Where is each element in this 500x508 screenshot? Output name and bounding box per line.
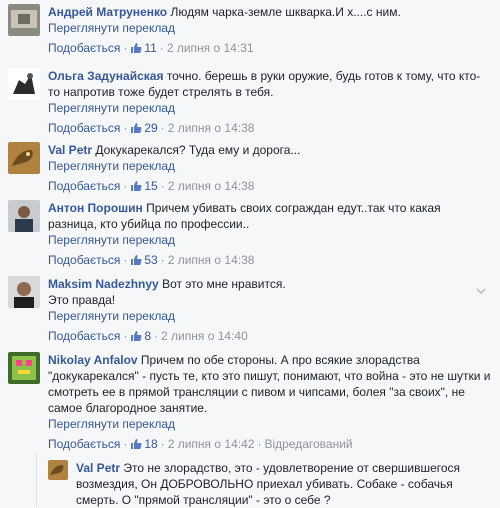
thumbs-up-icon (130, 254, 142, 266)
separator-dot: · (123, 253, 128, 267)
comment-time[interactable]: 2 липня о 14:40 (161, 329, 248, 343)
comment-body: Андрей Матруненко Людям чарка-земле шква… (48, 4, 492, 56)
comment-meta: Подобається · 29 · 2 липня о 14:38 (48, 120, 492, 136)
like-button[interactable]: Подобається (48, 179, 120, 193)
see-translation-link[interactable]: Переглянути переклад (48, 416, 492, 432)
like-count-value: 18 (144, 437, 158, 451)
comment-meta: Подобається · 15 · 2 липня о 14:38 (48, 178, 492, 194)
comment-body: Антон Порошин Причем убивать своих согра… (48, 200, 492, 268)
chevron-down-icon[interactable] (476, 286, 486, 296)
like-count-value: 11 (144, 41, 157, 55)
avatar[interactable] (48, 460, 68, 480)
like-button[interactable]: Подобається (48, 437, 120, 451)
avatar[interactable] (8, 4, 40, 36)
comment-text: Людям чарка-земле шкварка.И х....с ним. (170, 5, 401, 19)
comment-author[interactable]: Андрей Матруненко (48, 5, 167, 19)
avatar[interactable] (8, 200, 40, 232)
comment-time[interactable]: 2 липня о 14:38 (168, 121, 255, 135)
see-translation-link[interactable]: Переглянути переклад (48, 232, 492, 248)
like-count-value: 29 (144, 121, 158, 135)
comment-time[interactable]: 2 липня о 14:38 (168, 179, 255, 193)
avatar[interactable] (8, 142, 40, 174)
separator-dot: · (160, 437, 165, 451)
like-count[interactable]: 29 (130, 121, 158, 135)
separator-dot: · (160, 121, 165, 135)
see-translation-link[interactable]: Переглянути переклад (48, 100, 492, 116)
separator-dot: · (123, 437, 128, 451)
comment-author[interactable]: Val Petr (76, 461, 120, 475)
reply-thread-line (36, 452, 37, 506)
thumbs-up-icon (130, 122, 142, 134)
like-count[interactable]: 53 (130, 253, 158, 267)
comment-text-line-2: Это правда! (48, 293, 116, 307)
separator-dot: · (160, 253, 165, 267)
separator-dot: · (154, 329, 159, 343)
comment-author[interactable]: Maksim Nadezhnyy (48, 277, 159, 291)
comment-time[interactable]: 2 липня о 14:42 (168, 437, 255, 451)
separator-dot: · (123, 121, 128, 135)
separator-dot: · (123, 179, 128, 193)
comment-time[interactable]: 2 липня о 14:31 (167, 41, 254, 55)
separator-dot: · (123, 329, 128, 343)
avatar[interactable] (8, 68, 40, 100)
comment-author[interactable]: Val Petr (48, 143, 92, 157)
separator-dot: · (159, 41, 164, 55)
comment-meta: Подобається · 11 · 2 липня о 14:31 (48, 40, 492, 56)
see-translation-link[interactable]: Переглянути переклад (48, 20, 492, 36)
thumbs-up-icon (130, 330, 142, 342)
thumbs-up-icon (130, 180, 142, 192)
like-button[interactable]: Подобається (48, 329, 120, 343)
comment-text: Это не злорадство, это - удовлетворение … (76, 461, 461, 507)
like-button[interactable]: Подобається (48, 41, 120, 55)
separator-dot: · (160, 179, 165, 193)
see-translation-link[interactable]: Переглянути переклад (48, 308, 492, 324)
like-count[interactable]: 8 (130, 329, 151, 343)
edited-label[interactable]: Відредагований (264, 437, 352, 451)
like-count-value: 53 (144, 253, 158, 267)
avatar[interactable] (8, 276, 40, 308)
comment-author[interactable]: Ольга Задунайская (48, 69, 163, 83)
comment-meta: Подобається · 53 · 2 липня о 14:38 (48, 252, 492, 268)
comment-meta: Подобається · 8 · 2 липня о 14:40 (48, 328, 492, 344)
like-button[interactable]: Подобається (48, 253, 120, 267)
comment-meta: Подобається · 18 · 2 липня о 14:42 · Відредаго… (48, 436, 492, 452)
thumbs-up-icon (130, 42, 142, 54)
comment-text: Докукарекался? Туда ему и дорога... (95, 143, 301, 157)
comment-body: Val Petr Докукарекался? Туда ему и дорог… (48, 142, 492, 194)
comment-author[interactable]: Nikolay Anfalov (48, 353, 138, 367)
separator-dot: · (257, 437, 262, 451)
comment-body: Val Petr Это не злорадство, это - удовле… (76, 460, 492, 508)
comment-body: Ольга Задунайская точно. берешь в руки о… (48, 68, 492, 136)
see-translation-link[interactable]: Переглянути переклад (48, 158, 492, 174)
like-count[interactable]: 15 (130, 179, 158, 193)
comment-time[interactable]: 2 липня о 14:38 (168, 253, 255, 267)
thumbs-up-icon (130, 438, 142, 450)
comment-text: Вот это мне нравится. (162, 277, 286, 291)
like-count-value: 15 (144, 179, 158, 193)
like-button[interactable]: Подобається (48, 121, 120, 135)
avatar[interactable] (8, 352, 40, 384)
comment-author[interactable]: Антон Порошин (48, 201, 143, 215)
like-count[interactable]: 11 (130, 41, 157, 55)
comment-body: Maksim Nadezhnyy Вот это мне нравится. Э… (48, 276, 492, 344)
comment-body: Nikolay Anfalov Причем по обе стороны. А… (48, 352, 492, 452)
like-count[interactable]: 18 (130, 437, 158, 451)
separator-dot: · (123, 41, 128, 55)
